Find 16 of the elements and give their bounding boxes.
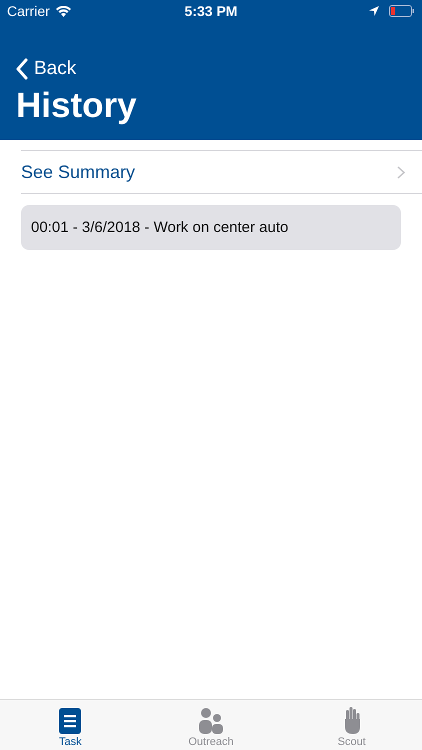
carrier-label: Carrier [7, 3, 50, 19]
hand-icon [342, 707, 361, 734]
chevron-right-icon [397, 166, 405, 178]
back-button[interactable]: Back [16, 58, 76, 80]
tab[interactable]: Task [0, 700, 141, 750]
history-entry[interactable]: 00:01 - 3/6/2018 - Work on center auto [21, 205, 401, 250]
summary-row[interactable]: See Summary [21, 150, 422, 194]
summary-label: See Summary [21, 162, 136, 182]
list-icon [59, 708, 82, 734]
status-time: 5:33 PM [184, 3, 238, 19]
people-icon [199, 708, 223, 734]
battery-icon [388, 5, 415, 17]
location-icon [368, 6, 379, 16]
chevron-left-icon [16, 58, 28, 80]
page-title: History [16, 86, 138, 126]
wifi-icon [56, 6, 71, 16]
